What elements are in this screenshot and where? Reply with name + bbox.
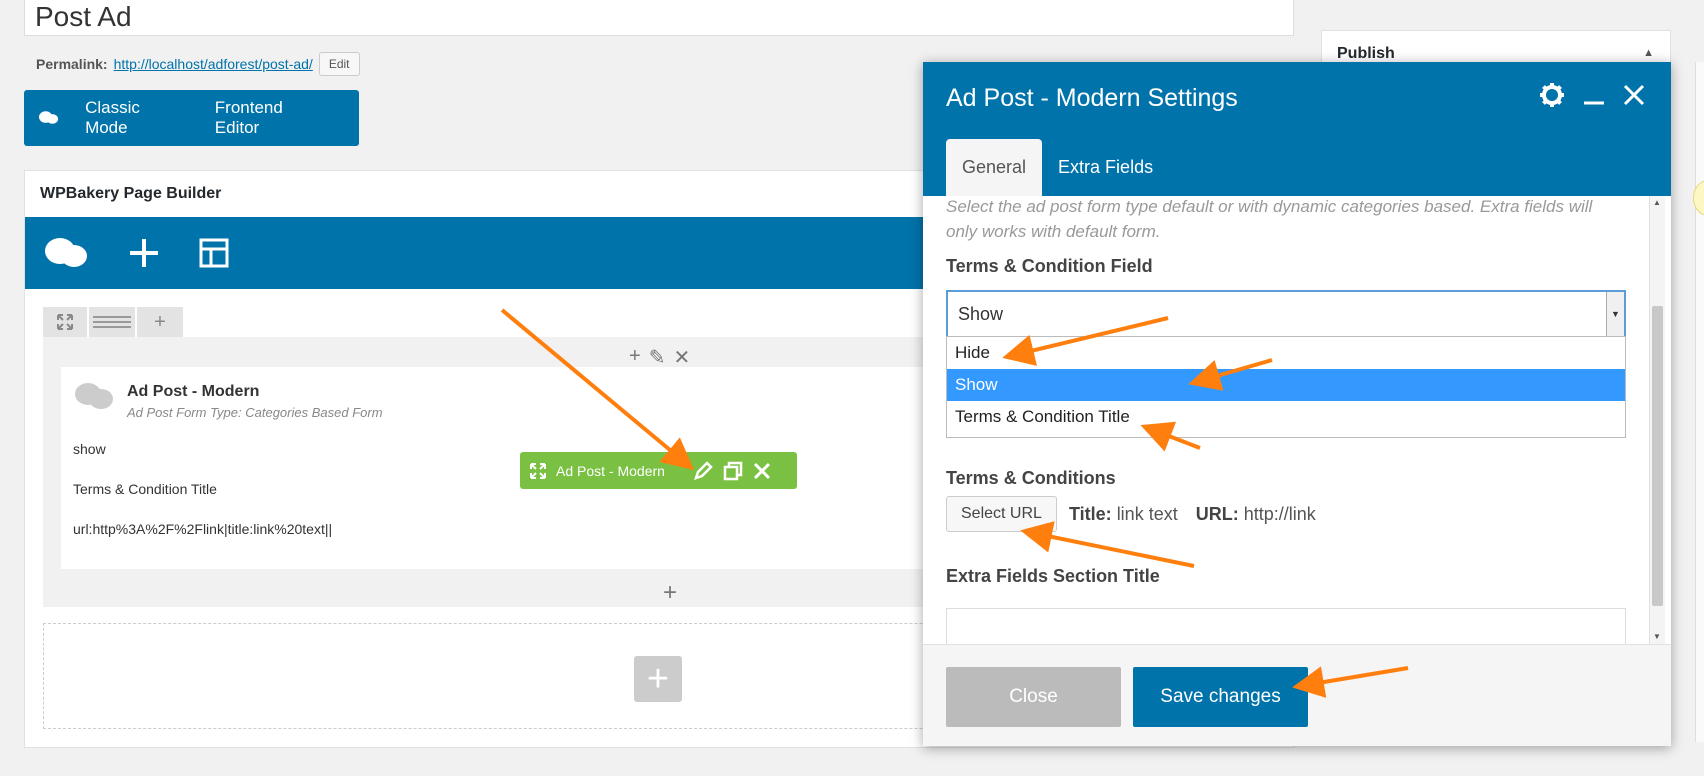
form-type-help-text: Select the ad post form type default or … xyxy=(946,197,1593,241)
element-param-terms-field: show xyxy=(73,441,106,457)
row-add-button[interactable]: + xyxy=(137,307,183,337)
row-add-element-button[interactable]: + xyxy=(663,579,677,607)
add-element-icon[interactable] xyxy=(129,238,159,268)
templates-icon[interactable] xyxy=(199,238,229,268)
terms-field-dropdown: Hide Show Terms & Condition Title xyxy=(946,336,1626,438)
modal-tabs: General Extra Fields xyxy=(946,139,1169,196)
url-title-label: Title: xyxy=(1069,504,1112,524)
row-fullscreen-button[interactable] xyxy=(43,307,87,337)
move-icon[interactable] xyxy=(530,462,546,479)
permalink-label: Permalink: xyxy=(36,56,108,72)
delete-icon[interactable] xyxy=(753,462,771,480)
wpbakery-logo-icon xyxy=(38,111,59,124)
menu-icon xyxy=(93,316,131,328)
modal-title: Ad Post - Modern Settings xyxy=(946,84,1238,112)
permalink: Permalink: http://localhost/adforest/pos… xyxy=(36,52,360,76)
url-address-info: URL: http://link xyxy=(1196,504,1316,525)
wpbakery-logo-icon[interactable] xyxy=(43,236,89,270)
tab-extra-fields[interactable]: Extra Fields xyxy=(1042,139,1169,196)
plus-icon: + xyxy=(154,310,166,333)
selected-url-info: Title: link text URL: http://link xyxy=(1069,504,1316,525)
collapse-triangle-icon[interactable]: ▲ xyxy=(1643,47,1654,59)
element-hover-label: Ad Post - Modern xyxy=(556,462,665,479)
element-hover-toolbar: Ad Post - Modern xyxy=(520,452,797,489)
url-title-value: link text xyxy=(1116,504,1178,524)
modal-body: Select the ad post form type default or … xyxy=(923,196,1671,644)
frontend-editor-button[interactable]: Frontend Editor xyxy=(215,98,327,138)
post-title-input[interactable]: Post Ad xyxy=(24,0,1294,36)
url-address-label: URL: xyxy=(1195,504,1239,524)
clone-icon[interactable] xyxy=(723,461,743,481)
extra-fields-title-label: Extra Fields Section Title xyxy=(946,566,1160,586)
terms-field-select[interactable]: Show ▼ xyxy=(946,290,1626,338)
select-url-button[interactable]: Select URL xyxy=(946,496,1057,532)
minimize-icon[interactable] xyxy=(1583,84,1605,106)
close-button[interactable]: Close xyxy=(946,667,1121,727)
option-terms-title[interactable]: Terms & Condition Title xyxy=(947,401,1625,433)
option-hide[interactable]: Hide xyxy=(947,337,1625,369)
tab-general[interactable]: General xyxy=(946,139,1043,196)
terms-field-label: Terms & Condition Field xyxy=(946,256,1153,276)
element-cloud-icon xyxy=(75,383,113,409)
chevron-down-icon[interactable]: ▼ xyxy=(1606,292,1624,336)
modal-header: Ad Post - Modern Settings General Extra … xyxy=(923,62,1671,196)
modal-footer: Close Save changes xyxy=(923,644,1671,746)
terms-conditions-label: Terms & Conditions xyxy=(946,468,1116,488)
modal-scroll-thumb[interactable] xyxy=(1652,306,1663,606)
modal-scrollbar[interactable]: ▲ ▼ xyxy=(1649,196,1665,644)
scroll-down-icon[interactable]: ▼ xyxy=(1653,632,1661,641)
element-param-url: url:http%3A%2F%2Flink|title:link%20text|… xyxy=(73,521,333,537)
editor-mode-bar: Classic Mode Frontend Editor xyxy=(24,90,359,146)
row-layout-button[interactable] xyxy=(89,307,135,337)
gear-icon[interactable] xyxy=(1539,82,1565,108)
publish-title: Publish xyxy=(1337,45,1395,62)
page-scrollbar[interactable] xyxy=(1695,62,1704,742)
element-title: Ad Post - Modern xyxy=(127,383,260,400)
row-controls: + xyxy=(43,307,183,337)
close-icon[interactable] xyxy=(1623,84,1645,106)
permalink-link[interactable]: http://localhost/adforest/post-ad/ xyxy=(114,56,313,72)
classic-mode-button[interactable]: Classic Mode xyxy=(85,98,183,138)
url-title-info: Title: link text xyxy=(1069,504,1178,525)
expand-icon xyxy=(57,314,73,330)
url-address-value: http://link xyxy=(1243,504,1316,524)
option-show[interactable]: Show xyxy=(947,369,1625,401)
permalink-edit-button[interactable]: Edit xyxy=(318,52,360,76)
element-param-terms-title: Terms & Condition Title xyxy=(73,481,217,497)
terms-field-value: Show xyxy=(958,304,1004,324)
element-subtitle: Ad Post Form Type: Categories Based Form xyxy=(127,405,383,420)
save-changes-button[interactable]: Save changes xyxy=(1133,667,1308,727)
modal-window-controls xyxy=(1539,82,1645,108)
edit-pencil-icon[interactable] xyxy=(693,460,713,481)
settings-modal: Ad Post - Modern Settings General Extra … xyxy=(923,62,1671,746)
extra-fields-title-input[interactable] xyxy=(946,608,1626,644)
add-element-button[interactable]: + xyxy=(634,656,682,702)
scroll-up-icon[interactable]: ▲ xyxy=(1653,198,1661,207)
